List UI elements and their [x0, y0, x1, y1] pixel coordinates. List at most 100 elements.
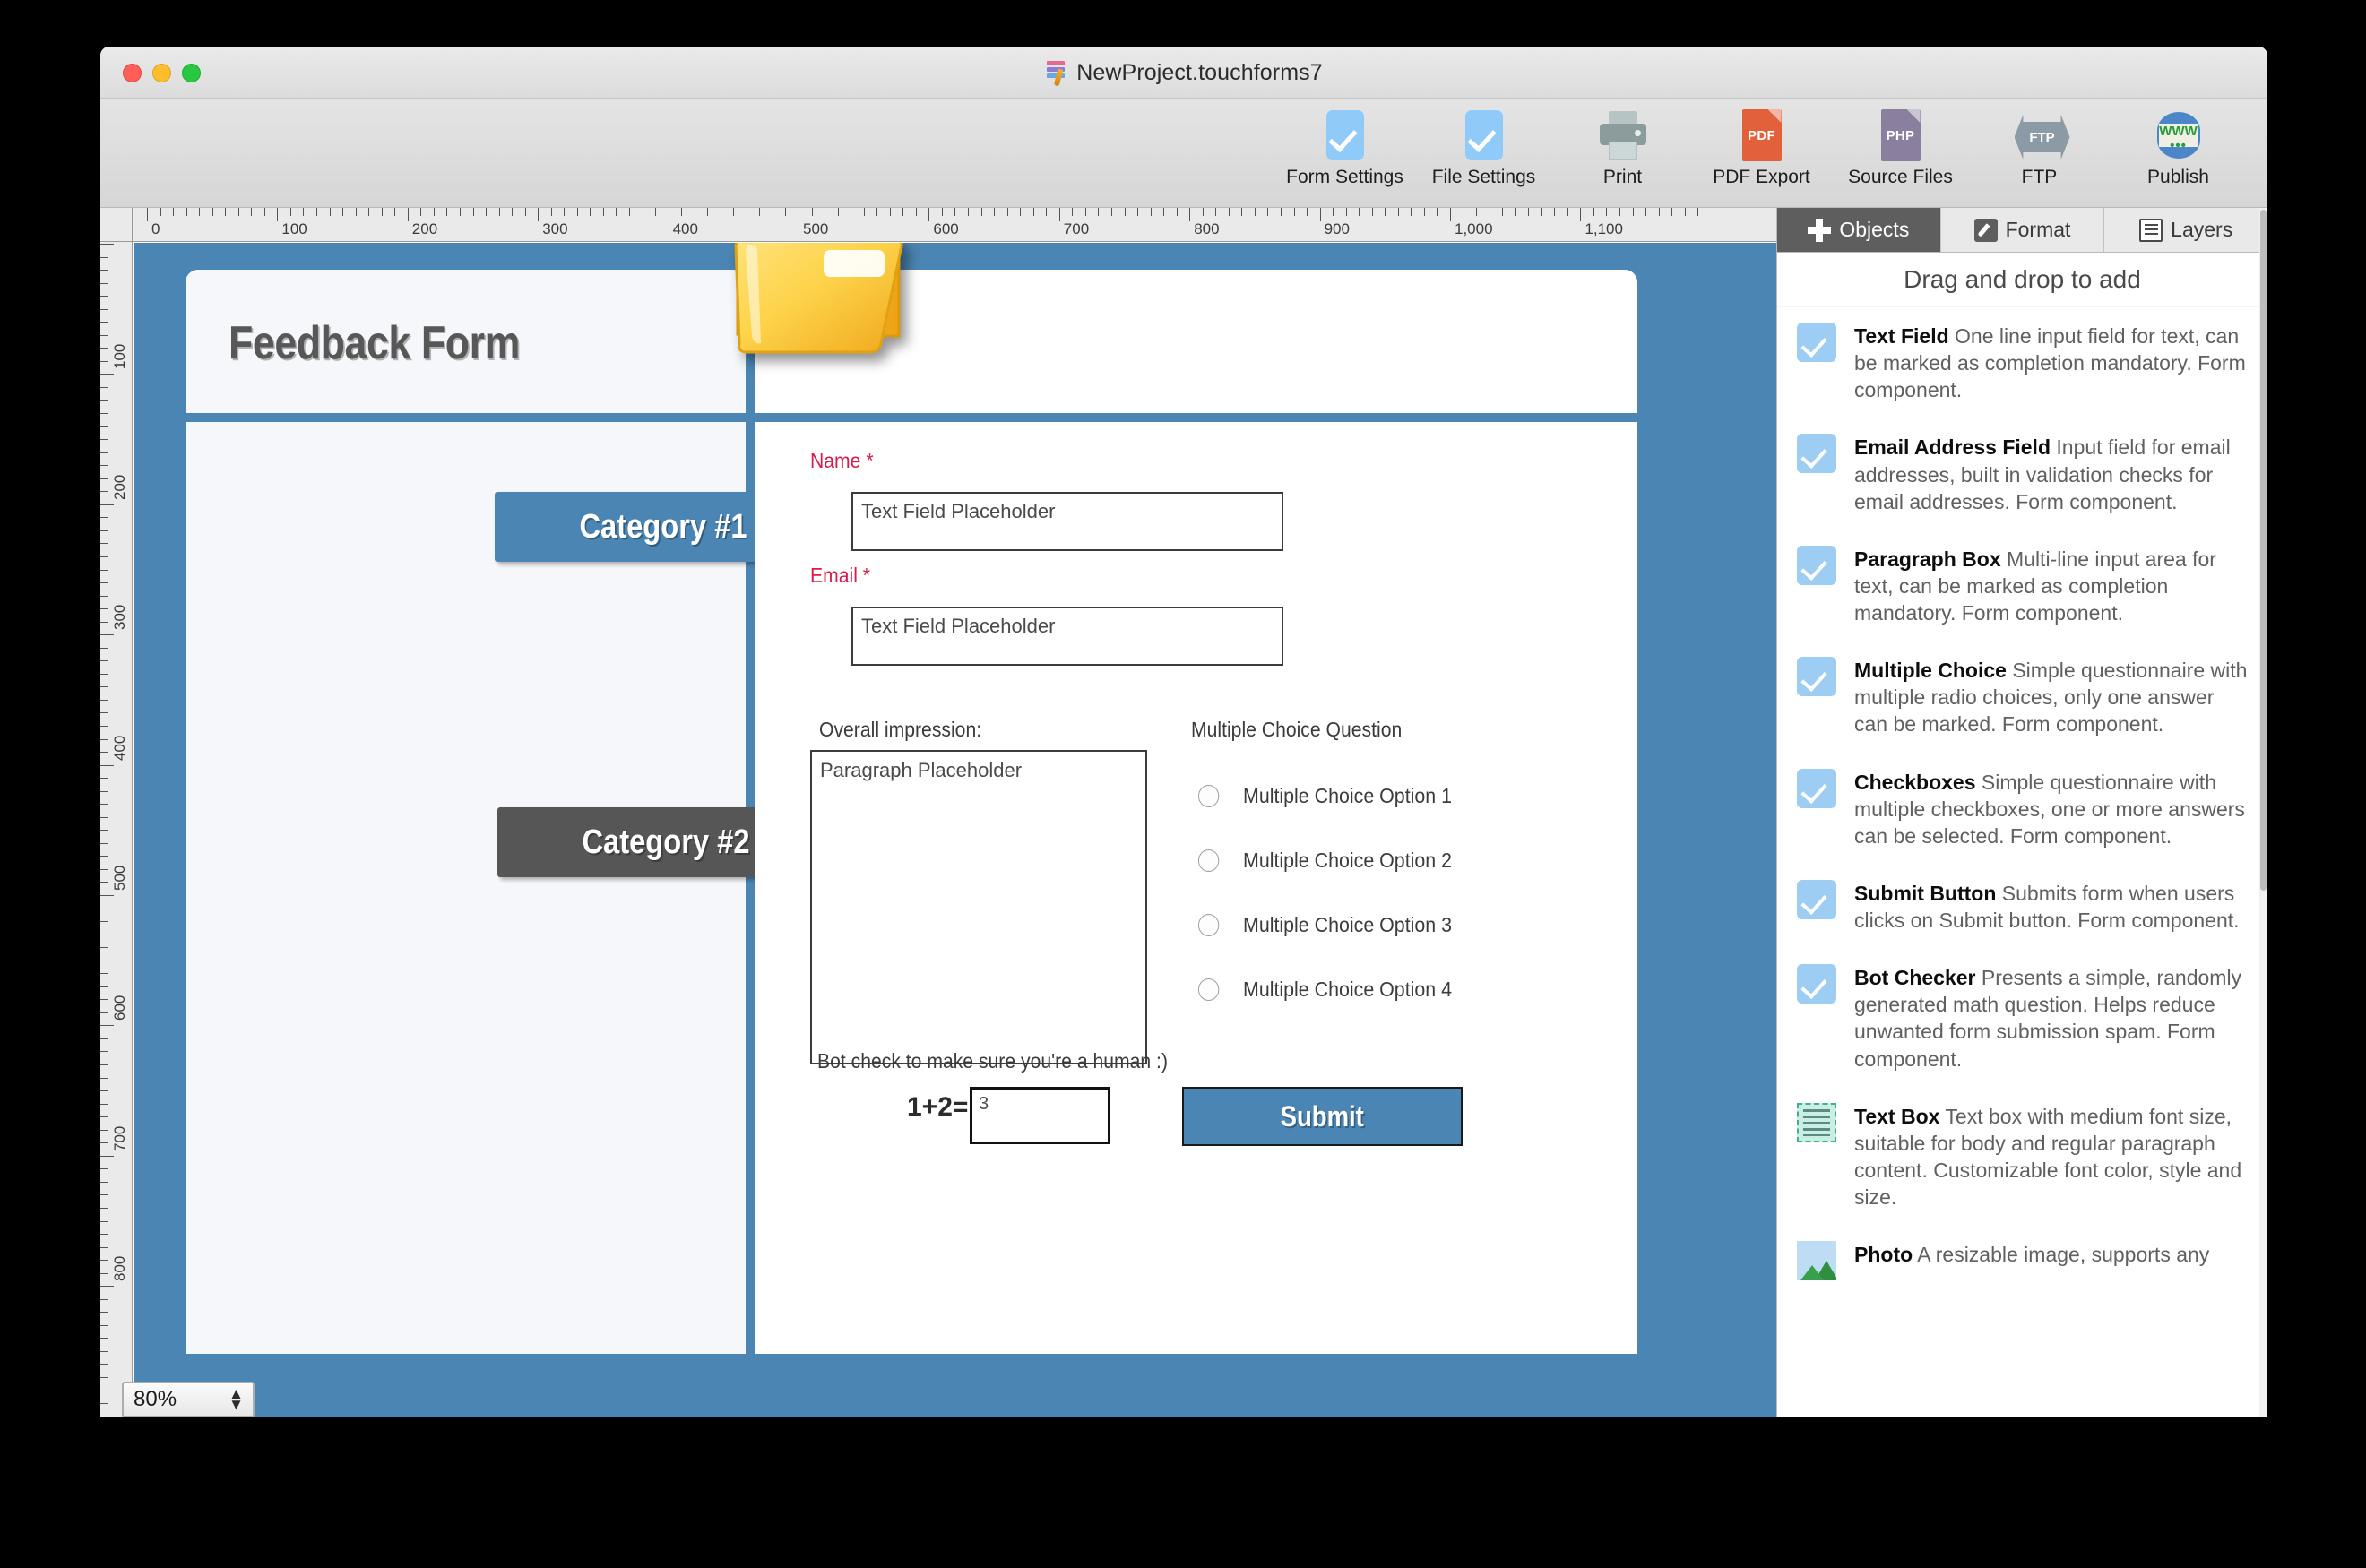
name-field-input[interactable]: Text Field Placeholder [851, 492, 1283, 551]
multiple-choice-option-1[interactable]: Multiple Choice Option 1 [1198, 784, 1468, 808]
ruler-tick-minor [1671, 208, 1673, 216]
ruler-tick-minor [1084, 208, 1086, 216]
tab-objects[interactable]: Objects [1777, 208, 1941, 252]
blue-checkmark-icon [1797, 879, 1838, 921]
ruler-tick-minor [733, 208, 735, 216]
ruler-tick [1450, 208, 1451, 221]
ruler-tick-minor [1254, 208, 1256, 216]
ruler-tick-minor [1307, 208, 1308, 216]
list-item[interactable]: Text Field One line input field for text… [1777, 307, 2267, 418]
ruler-tick-minor [1554, 208, 1556, 216]
ruler-tick-minor [100, 1364, 108, 1366]
multiple-choice-option-3[interactable]: Multiple Choice Option 3 [1198, 913, 1468, 937]
ruler-tick-minor [915, 208, 917, 216]
ruler-tick-minor [1423, 208, 1425, 216]
inspector-scrollbar-thumb[interactable] [2260, 210, 2267, 891]
ruler-tick-minor [1476, 208, 1478, 216]
ruler-tick-minor [100, 1168, 108, 1170]
ruler-tick-minor [100, 842, 108, 844]
ruler-tick-minor [394, 208, 396, 216]
list-item[interactable]: Text Box Text box with medium font size,… [1777, 1088, 2267, 1227]
ruler-tick-minor [1020, 208, 1022, 216]
ruler-tick-minor [100, 621, 108, 623]
object-name: Text Box [1854, 1104, 1940, 1128]
design-canvas[interactable]: Feedback Form Category #1 Category #2 Na… [134, 243, 1776, 1417]
horizontal-ruler[interactable]: 0 100 200 300 400 500 600 700 800 900 1,000 1,100 [133, 208, 1776, 242]
radio-icon[interactable] [1198, 785, 1220, 807]
list-item[interactable]: Paragraph Box Multi-line input area for … [1777, 530, 2267, 642]
ruler-tick-minor [1632, 208, 1634, 216]
form-title[interactable]: Feedback Form [229, 316, 520, 370]
ruler-tick-minor [100, 868, 108, 870]
list-item[interactable]: Photo A resizable image, supports any [1777, 1226, 2267, 1297]
list-item[interactable]: Bot Checker Presents a simple, randomly … [1777, 949, 2267, 1088]
toolbar-file-settings-button[interactable]: File Settings [1414, 108, 1553, 188]
ruler-tick-minor [1684, 208, 1686, 216]
tab-layers[interactable]: Layers [2104, 208, 2267, 252]
tab-layers-label: Layers [2171, 218, 2233, 241]
toolbar-ftp-button[interactable]: FTP FTP [1970, 108, 2109, 188]
object-bot-checker: Bot Checker Presents a simple, randomly … [1854, 964, 2248, 1073]
ruler-tick-minor [486, 208, 488, 216]
photo-icon [1797, 1241, 1838, 1282]
ruler-tick-minor [1371, 208, 1373, 216]
toolbar-source-files-button[interactable]: PHP Source Files [1831, 108, 1970, 188]
ruler-tick [1580, 208, 1582, 221]
object-text-field: Text Field One line input field for text… [1854, 323, 2248, 403]
ruler-tick-minor [954, 208, 956, 216]
toolbar-pdf-export-button[interactable]: PDF PDF Export [1692, 108, 1831, 188]
ruler-tick-minor [1215, 208, 1217, 216]
ruler-label: 600 [111, 995, 128, 1021]
form-left-panel[interactable]: Category #1 Category #2 [186, 422, 766, 1354]
tab-format[interactable]: Format [1940, 208, 2105, 252]
ruler-tick-minor [1150, 208, 1152, 216]
yellow-folder-icon[interactable] [730, 243, 910, 363]
zoom-value[interactable]: 80% [124, 1387, 229, 1412]
ruler-tick-minor [759, 208, 761, 216]
email-field-input[interactable]: Text Field Placeholder [851, 607, 1283, 666]
ruler-tick-minor [100, 530, 108, 531]
toolbar-publish-button[interactable]: WWW ••• Publish [2109, 108, 2248, 188]
vertical-ruler[interactable]: 100 200 300 400 500 600 700 800 [100, 242, 133, 1417]
ruler-tick-minor [1437, 208, 1438, 216]
form-right-panel[interactable]: Name * Text Field Placeholder Email * Te… [755, 422, 1637, 1354]
ruler-tick-minor [576, 208, 578, 216]
list-item[interactable]: Submit Button Submits form when users cl… [1777, 865, 2267, 949]
submit-button[interactable]: Submit [1182, 1087, 1463, 1146]
toolbar-print-button[interactable]: Print [1553, 108, 1692, 188]
category-chip-2[interactable]: Category #2 [497, 807, 766, 877]
window-title: NewProject.touchforms7 [1076, 59, 1323, 85]
ruler-tick-minor [160, 208, 161, 216]
ruler-tick-minor [100, 1038, 108, 1039]
ruler-tick-minor [100, 360, 108, 362]
inspector-scrollbar[interactable] [2259, 208, 2267, 1417]
multiple-choice-option-4[interactable]: Multiple Choice Option 4 [1198, 978, 1468, 1002]
list-item[interactable]: Checkboxes Simple questionnaire with mul… [1777, 754, 2267, 865]
bot-check-answer-input[interactable]: 3 [970, 1087, 1110, 1144]
category-chip-1[interactable]: Category #1 [495, 492, 764, 562]
object-name: Paragraph Box [1854, 547, 2001, 571]
ruler-tick-minor [225, 208, 227, 216]
ruler-tick-minor [173, 208, 175, 216]
multiple-choice-question-label: Multiple Choice Question [1191, 718, 1403, 741]
form-header-left-panel[interactable]: Feedback Form [186, 270, 746, 413]
list-item[interactable]: Email Address Field Input field for emai… [1777, 418, 2267, 530]
ruler-tick [928, 208, 930, 221]
zoom-stepper[interactable]: ▲ ▼ [229, 1386, 253, 1412]
ruler-tick-minor [1502, 208, 1504, 216]
toolbar-items: Form Settings File Settings Print PDF PD… [1275, 108, 2248, 188]
radio-icon[interactable] [1198, 849, 1220, 872]
list-item[interactable]: Multiple Choice Simple questionnaire wit… [1777, 642, 2267, 753]
ruler-tick-minor [602, 208, 604, 216]
ruler-tick-minor [100, 752, 108, 754]
zoom-stepper-down-icon[interactable]: ▼ [229, 1397, 244, 1412]
objects-list[interactable]: Text Field One line input field for text… [1777, 307, 2267, 1417]
zoom-control[interactable]: 80% ▲ ▼ [122, 1382, 255, 1417]
ruler-label: 200 [411, 220, 438, 237]
radio-icon[interactable] [1198, 914, 1220, 936]
radio-icon[interactable] [1198, 978, 1220, 1001]
toolbar-form-settings-button[interactable]: Form Settings [1275, 108, 1414, 188]
ruler-tick-minor [100, 986, 108, 987]
paragraph-field-input[interactable]: Paragraph Placeholder [810, 750, 1147, 1064]
multiple-choice-option-2[interactable]: Multiple Choice Option 2 [1198, 849, 1468, 873]
